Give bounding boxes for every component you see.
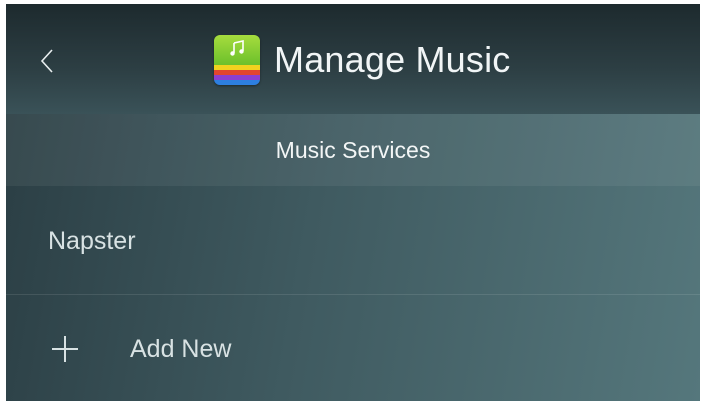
page-title: Manage Music	[274, 39, 511, 80]
section-title: Music Services	[275, 136, 431, 163]
section-header: Music Services	[6, 114, 700, 186]
music-app-icon	[214, 35, 260, 85]
add-new-label: Add New	[130, 334, 232, 363]
plus-icon	[52, 336, 78, 362]
music-note-icon	[230, 40, 244, 56]
service-item-napster[interactable]: Napster	[6, 188, 700, 295]
add-new-button[interactable]: Add New	[6, 296, 700, 401]
chevron-left-icon	[40, 49, 53, 73]
header-title-group: Manage Music	[214, 32, 511, 88]
screen-frame: Manage Music Music Services Napster Add …	[0, 0, 704, 405]
back-button[interactable]	[32, 36, 62, 86]
manage-music-screen: Manage Music Music Services Napster Add …	[6, 4, 700, 401]
service-label: Napster	[48, 226, 136, 255]
header-bar: Manage Music	[6, 4, 700, 114]
